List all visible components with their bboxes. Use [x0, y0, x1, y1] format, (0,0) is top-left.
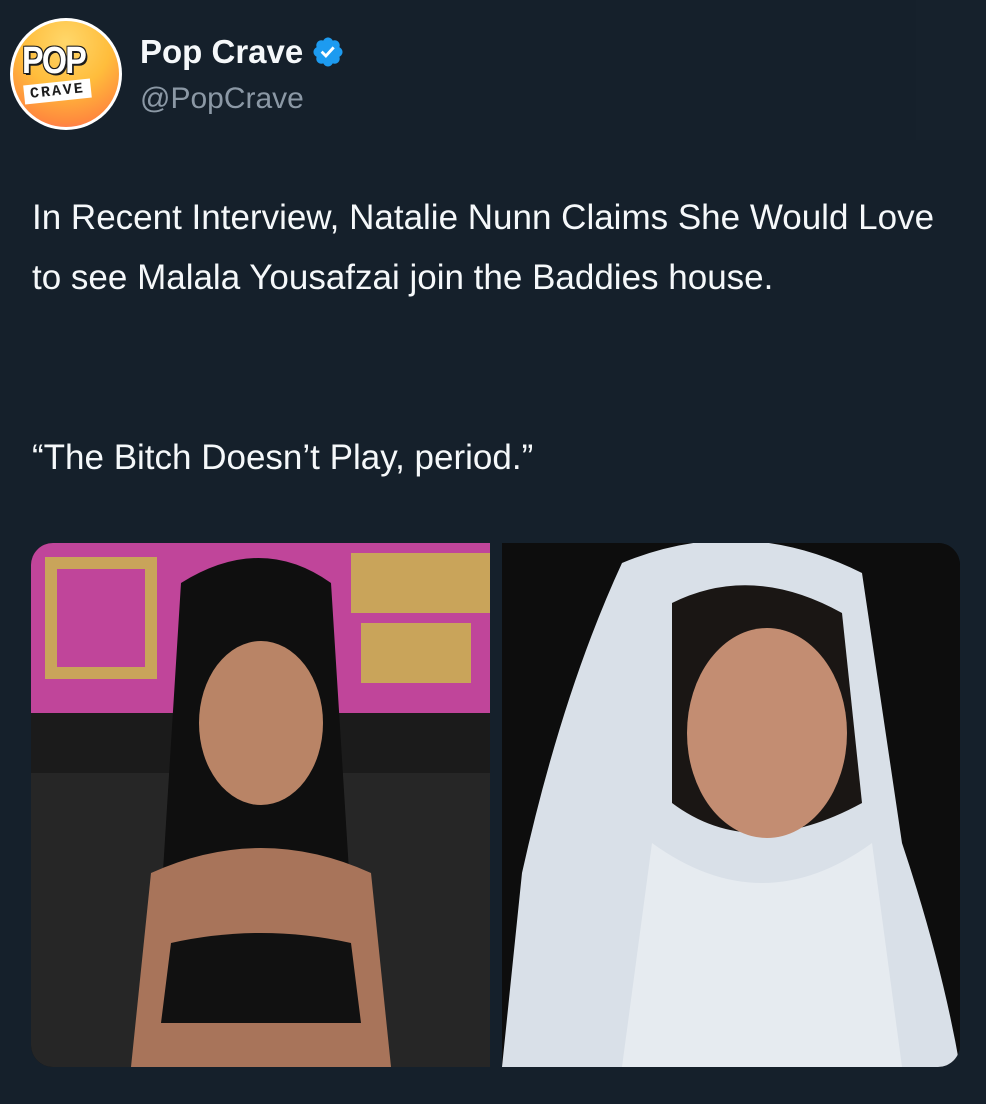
tweet-text: In Recent Interview, Natalie Nunn Claims…	[32, 198, 944, 297]
media-grid	[31, 543, 960, 1067]
media-gap	[490, 543, 502, 1067]
photo-portrait-icon	[502, 543, 960, 1067]
media-image-left[interactable]	[31, 543, 490, 1067]
tweet: POP CRAVE Pop Crave @PopCrave In Recent …	[0, 0, 986, 1104]
avatar-logo-pop: POP	[22, 40, 87, 82]
author-handle[interactable]: @PopCrave	[140, 82, 304, 116]
verified-badge-icon	[313, 37, 343, 67]
photo-portrait-icon	[31, 543, 490, 1067]
display-name[interactable]: Pop Crave	[140, 33, 303, 71]
avatar[interactable]: POP CRAVE	[10, 18, 122, 130]
tweet-quote: “The Bitch Doesn’t Play, period.”	[32, 438, 534, 477]
corner-shade	[916, 0, 986, 140]
author-name-row: Pop Crave	[140, 30, 345, 74]
media-image-right[interactable]	[502, 543, 960, 1067]
